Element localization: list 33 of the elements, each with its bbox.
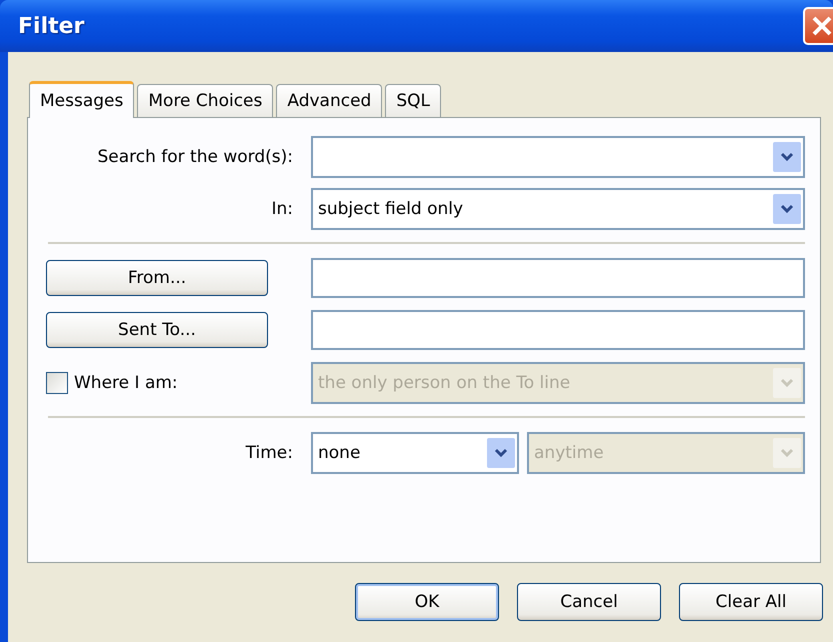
combo-value: subject field only bbox=[318, 199, 464, 219]
chevron-down-icon bbox=[780, 204, 794, 214]
sent-to-button[interactable]: Sent To... bbox=[46, 312, 268, 348]
checkbox-label: Where I am: bbox=[74, 373, 178, 393]
sent-to-field[interactable] bbox=[311, 310, 805, 350]
search-combo-box[interactable] bbox=[311, 136, 805, 178]
window-title: Filter bbox=[18, 14, 84, 38]
from-field[interactable] bbox=[311, 258, 805, 298]
field-label: Time: bbox=[246, 443, 293, 463]
dropdown-button[interactable] bbox=[487, 438, 515, 468]
chevron-down-icon bbox=[780, 152, 794, 162]
chevron-down-icon bbox=[780, 448, 794, 458]
dialog-button[interactable]: OK bbox=[355, 583, 499, 621]
tab[interactable]: More Choices bbox=[137, 84, 274, 117]
chevron-down-icon bbox=[494, 448, 508, 458]
tab[interactable]: Messages bbox=[29, 81, 134, 118]
close-icon bbox=[811, 15, 833, 37]
tab[interactable]: Advanced bbox=[276, 84, 382, 117]
close-button[interactable] bbox=[803, 7, 833, 45]
tab[interactable]: SQL bbox=[385, 84, 441, 117]
time-combo-box[interactable]: none bbox=[311, 432, 519, 474]
dropdown-button[interactable] bbox=[773, 194, 801, 224]
chevron-down-icon bbox=[780, 378, 794, 388]
field-label: Search for the word(s): bbox=[97, 147, 293, 167]
dropdown-button[interactable] bbox=[773, 142, 801, 172]
from-button[interactable]: From... bbox=[46, 260, 268, 296]
field-label: In: bbox=[271, 199, 293, 219]
combo-value: the only person on the To line bbox=[318, 373, 570, 393]
in-combo-box[interactable]: subject field only bbox=[311, 188, 805, 230]
combo-value: none bbox=[318, 443, 360, 463]
dialog-button[interactable]: Cancel bbox=[517, 583, 661, 621]
dialog-button[interactable]: Clear All bbox=[679, 583, 823, 621]
combo-value: anytime bbox=[534, 443, 604, 463]
